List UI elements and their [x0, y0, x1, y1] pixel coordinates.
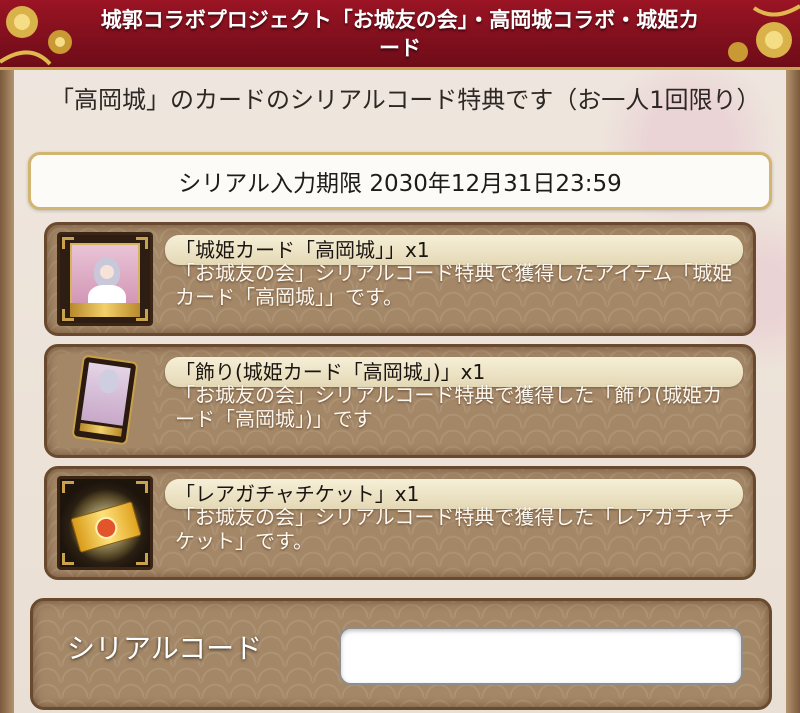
item-title: 「城姫カード「高岡城」」x1 [175, 238, 430, 262]
decoration-card-icon [57, 354, 153, 448]
right-frame [786, 0, 800, 713]
left-frame [0, 0, 14, 713]
reward-item: 「城姫カード「高岡城」」x1 「お城友の会」シリアルコード特典で獲得したアイテム… [44, 222, 756, 336]
header-banner: 城郭コラボプロジェクト「お城友の会」・高岡城コラボ・城姫カード [0, 0, 800, 70]
intro-text: 「高岡城」のカードのシリアルコード特典です（お一人1回限り） [50, 86, 761, 114]
reward-item: 「レアガチャチケット」x1 「お城友の会」シリアルコード特典で獲得した「レアガチ… [44, 466, 756, 580]
serial-code-panel: シリアルコード [30, 598, 772, 710]
serial-code-label: シリアルコード [67, 632, 263, 665]
deadline-text: シリアル入力期限 2030年12月31日23:59 [178, 171, 622, 197]
rare-gacha-ticket-icon [57, 476, 153, 570]
castle-princess-card-icon [57, 232, 153, 326]
item-title: 「レアガチャチケット」x1 [175, 482, 420, 506]
item-description: 「お城友の会」シリアルコード特典で獲得した「レアガチャチケット」です。 [175, 505, 735, 553]
gold-flower-ornament-icon [728, 4, 800, 62]
serial-code-input[interactable] [339, 627, 743, 685]
reward-item: 「飾り(城姫カード「高岡城」)」x1 「お城友の会」シリアルコード特典で獲得した… [44, 344, 756, 458]
item-title: 「飾り(城姫カード「高岡城」)」x1 [175, 360, 486, 384]
page-title: 城郭コラボプロジェクト「お城友の会」・高岡城コラボ・城姫カード [100, 7, 700, 60]
serial-deadline: シリアル入力期限 2030年12月31日23:59 [28, 152, 772, 210]
gold-flower-ornament-icon [0, 6, 72, 66]
serial-code-page: 城郭コラボプロジェクト「お城友の会」・高岡城コラボ・城姫カード 「高岡城」のカー… [0, 0, 800, 713]
item-description: 「お城友の会」シリアルコード特典で獲得したアイテム「城姫カード「高岡城」」です。 [175, 261, 733, 309]
item-description: 「お城友の会」シリアルコード特典で獲得した「飾り(城姫カード「高岡城」)」です [175, 383, 723, 431]
